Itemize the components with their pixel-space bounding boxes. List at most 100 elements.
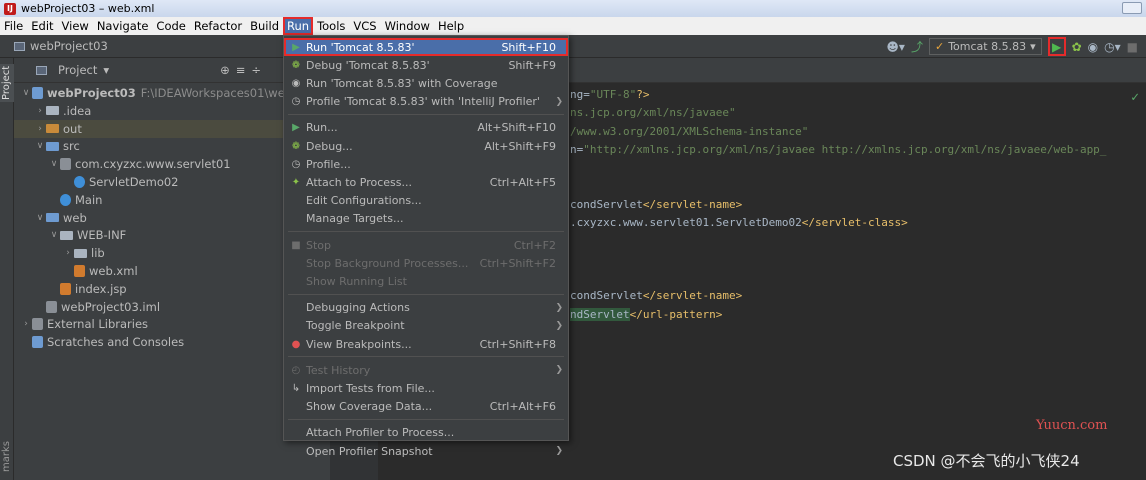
run-menu-item[interactable]: ✦ Attach to Process... Ctrl+Alt+F5 [284, 173, 568, 191]
run-menu-item[interactable]: ● View Breakpoints... Ctrl+Shift+F8 [284, 335, 568, 353]
menu-file[interactable]: File [0, 17, 27, 35]
menu-code[interactable]: Code [152, 17, 189, 35]
nav-project[interactable]: webProject03 [14, 39, 108, 53]
run-menu-item-label: Attach Profiler to Process... [306, 426, 455, 440]
tree-item-label: lib [91, 246, 105, 261]
run-menu-item-label: Profile... [306, 157, 351, 171]
collapse-all-icon[interactable]: ≡ [236, 63, 246, 77]
chevron-right-icon[interactable]: › [20, 319, 32, 329]
chevron-right-icon[interactable]: › [34, 124, 46, 134]
run-menu-shortcut: Alt+Shift+F10 [477, 121, 556, 135]
menu-tools[interactable]: Tools [313, 17, 349, 35]
code-line: condServlet</servlet-name> [570, 196, 742, 214]
run-menu-item-label: Open Profiler Snapshot [306, 444, 433, 458]
title-bar: IJ webProject03 – web.xml [0, 0, 1146, 17]
run-menu-item[interactable]: ❁ Debug 'Tomcat 8.5.83' Shift+F9 [284, 56, 568, 74]
run-menu-item[interactable]: ◉ Run 'Tomcat 8.5.83' with Coverage [284, 74, 568, 92]
bookmarks-tool-tab[interactable]: marks [0, 438, 14, 476]
project-view-selector[interactable]: Project [58, 63, 97, 77]
run-menu-item-label: Run 'Tomcat 8.5.83' [306, 40, 415, 54]
profile-icon[interactable]: ◷▾ [1104, 40, 1121, 54]
menu-separator [288, 356, 564, 358]
run-menu-item-label: Debug 'Tomcat 8.5.83' [306, 58, 430, 72]
run-menu-item[interactable]: ◷ Profile 'Tomcat 8.5.83' with 'IntelliJ … [284, 93, 568, 111]
menu-vcs[interactable]: VCS [349, 17, 380, 35]
run-menu-item[interactable]: Open Profiler Snapshot ❯ [284, 442, 568, 460]
run-menu-item-label: Debugging Actions [306, 301, 410, 315]
menu-edit[interactable]: Edit [27, 17, 57, 35]
run-menu-item[interactable]: Show Coverage Data... Ctrl+Alt+F6 [284, 398, 568, 416]
run-menu-item[interactable]: Debugging Actions ❯ [284, 299, 568, 317]
class-icon [74, 176, 85, 188]
locate-icon[interactable]: ⊕ [220, 63, 230, 77]
project-tool-tab[interactable]: Project [0, 64, 14, 102]
code-line: condServlet</servlet-name> [570, 287, 742, 305]
menu-view[interactable]: View [58, 17, 93, 35]
code-line: .cxyzxc.www.servlet01.ServletDemo02</ser… [570, 214, 908, 232]
build-hammer-icon[interactable]: ⤴ [911, 38, 923, 55]
window-control-button[interactable] [1122, 2, 1142, 14]
chevron-down-icon[interactable]: ∨ [48, 159, 60, 169]
chevron-down-icon[interactable]: ∨ [34, 141, 46, 151]
code-token: </servlet-name> [642, 197, 743, 211]
expand-icon[interactable]: ÷ [251, 63, 261, 77]
inspection-ok-icon: ✓ [1130, 90, 1140, 104]
run-menu-item-label: Run 'Tomcat 8.5.83' with Coverage [306, 76, 498, 90]
tree-item-label: ServletDemo02 [89, 175, 179, 189]
code-token: n= [570, 142, 584, 156]
menu-navigate[interactable]: Navigate [93, 17, 153, 35]
run-menu-item[interactable]: ↳ Import Tests from File... [284, 379, 568, 397]
tree-item-label: out [63, 121, 82, 136]
app-icon: IJ [4, 2, 16, 15]
stop-icon[interactable]: ■ [1127, 40, 1138, 54]
code-token: ndServlet [570, 307, 630, 321]
package-icon [60, 158, 71, 171]
class-icon [60, 193, 71, 206]
run-menu-item[interactable]: ◷ Profile... [284, 155, 568, 173]
menu-window[interactable]: Window [381, 17, 434, 35]
chevron-down-icon[interactable]: ∨ [48, 230, 60, 240]
run-menu-dropdown: ▶ Run 'Tomcat 8.5.83' Shift+F10 ❁ Debug 'Tom… [283, 35, 569, 458]
run-menu-item[interactable]: Manage Targets... [284, 210, 568, 228]
menu-build[interactable]: Build [246, 17, 283, 35]
run-menu-item[interactable]: Attach Profiler to Process... [284, 424, 568, 442]
run-menu-item[interactable]: Toggle Breakpoint ❯ [284, 317, 568, 335]
author-watermark: CSDN @不会飞的小飞侠24 [893, 452, 1080, 470]
chevron-down-icon[interactable]: ∨ [34, 213, 46, 223]
folder-icon [46, 124, 59, 134]
tree-item-label: web.xml [89, 264, 138, 278]
chevron-down-icon: ▾ [1030, 40, 1036, 53]
tree-item-label: .idea [63, 103, 92, 118]
chevron-down-icon[interactable]: ∨ [20, 88, 32, 98]
run-button[interactable]: ▶ [1047, 37, 1066, 56]
run-config-selector[interactable]: ✓ Tomcat 8.5.83 ▾ [928, 38, 1042, 55]
menu-run[interactable]: Run [283, 17, 314, 35]
run-menu-item-label: Show Running List [306, 274, 407, 288]
tree-item-label: Scratches and Consoles [47, 335, 185, 350]
folder-icon [74, 248, 87, 258]
run-menu-shortcut: Ctrl+Alt+F6 [489, 400, 556, 414]
run-menu-item-label: Edit Configurations... [306, 194, 422, 208]
run-menu-shortcut: Ctrl+F2 [513, 238, 556, 252]
debug-icon: ❁ [291, 140, 301, 152]
user-icon[interactable]: ☻▾ [886, 40, 905, 54]
menu-refactor[interactable]: Refactor [190, 17, 246, 35]
chevron-right-icon[interactable]: › [34, 106, 46, 116]
chevron-down-icon[interactable]: ▾ [103, 63, 109, 77]
scratch-icon [32, 336, 43, 349]
run-menu-shortcut: Alt+Shift+F9 [484, 139, 556, 153]
run-menu-item[interactable]: ▶ Run 'Tomcat 8.5.83' Shift+F10 [284, 38, 568, 56]
chevron-right-icon[interactable]: › [62, 248, 74, 258]
run-menu-item[interactable]: Edit Configurations... [284, 192, 568, 210]
coverage-icon[interactable]: ◉ [1088, 40, 1098, 54]
code-line: ns.jcp.org/xml/ns/javaee" [570, 104, 736, 122]
run-toolbar: ☻▾ ⤴ ✓ Tomcat 8.5.83 ▾ ▶ ✿ ◉ ◷▾ ■ [886, 35, 1146, 58]
run-menu-item[interactable]: ❁ Debug... Alt+Shift+F9 [284, 137, 568, 155]
stop-icon: ■ [291, 239, 301, 251]
run-menu-item[interactable]: ▶ Run... Alt+Shift+F10 [284, 119, 568, 137]
debug-icon[interactable]: ✿ [1072, 40, 1082, 54]
menu-help[interactable]: Help [434, 17, 468, 35]
folder-icon [46, 213, 59, 223]
run-menu-item: ■ Stop Ctrl+F2 [284, 236, 568, 254]
chevron-right-icon: ❯ [555, 320, 563, 331]
